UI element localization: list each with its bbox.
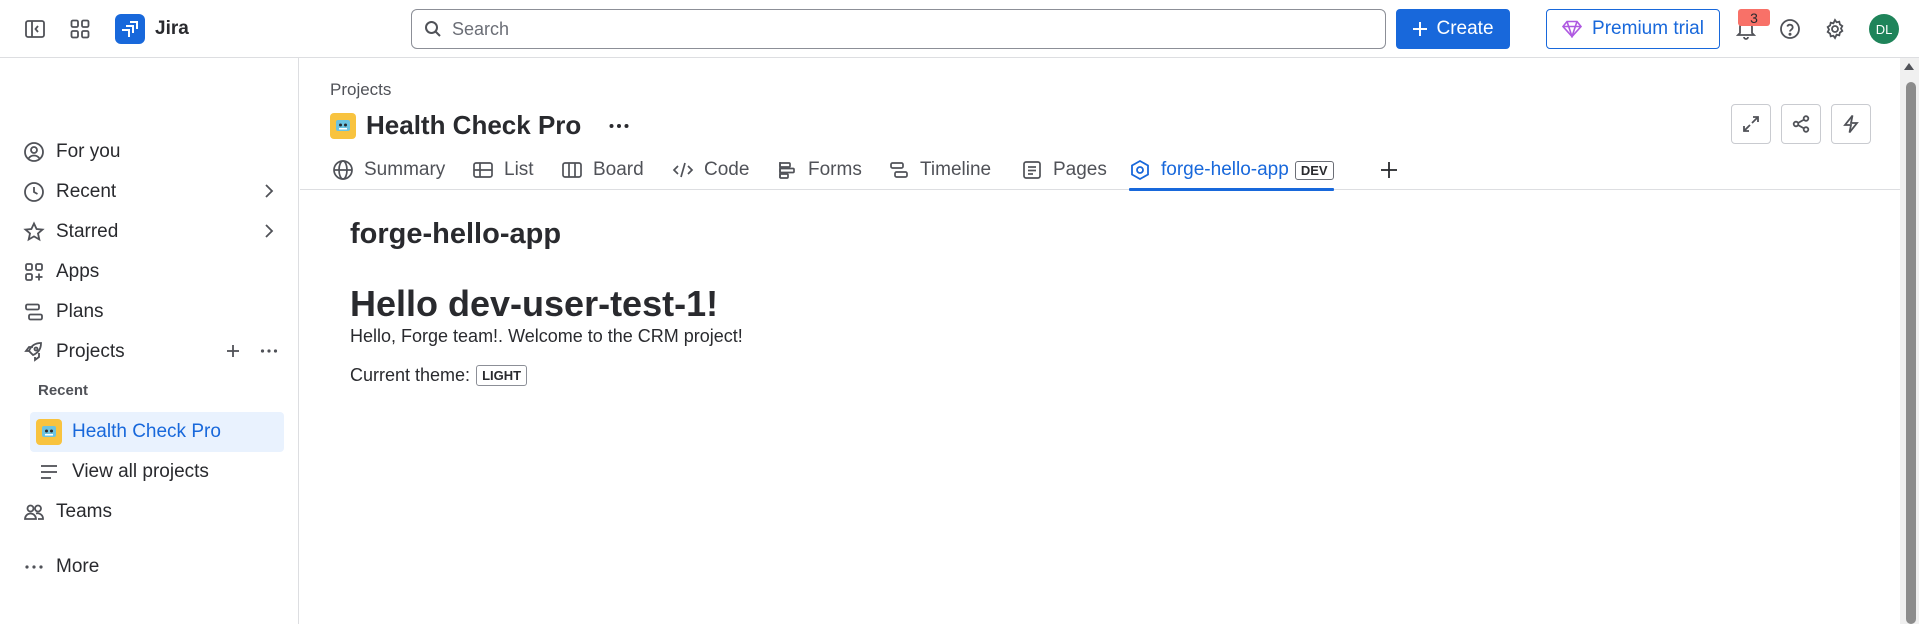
clock-icon	[22, 180, 46, 204]
greeting-heading: Hello dev-user-test-1!	[350, 283, 719, 324]
sidebar: For you Recent Starred Apps Plans Projec…	[0, 58, 299, 624]
sidebar-item-for-you[interactable]: For you	[22, 134, 286, 170]
sidebar-item-label: More	[56, 556, 100, 577]
tab-label: forge-hello-app	[1161, 159, 1289, 180]
chevron-right-icon[interactable]	[258, 180, 280, 202]
scroll-up-arrow-icon[interactable]	[1903, 62, 1915, 72]
sidebar-toggle-icon[interactable]	[19, 13, 51, 45]
theme-badge: LIGHT	[476, 365, 528, 386]
welcome-text: Hello, Forge team!. Welcome to the CRM p…	[350, 326, 743, 346]
user-circle-icon	[22, 140, 46, 164]
star-icon	[22, 220, 46, 244]
sidebar-item-health-check-pro[interactable]: Health Check Pro	[30, 412, 284, 452]
search-icon	[424, 20, 442, 38]
tab-timeline[interactable]: Timeline	[888, 150, 991, 190]
search-box[interactable]	[411, 9, 1386, 49]
settings-gear-icon[interactable]	[1819, 13, 1851, 45]
more-dots-icon	[22, 555, 46, 579]
premium-trial-button[interactable]: Premium trial	[1546, 9, 1720, 49]
tab-board[interactable]: Board	[561, 150, 644, 190]
scrollbar-thumb[interactable]	[1906, 82, 1916, 624]
search-input[interactable]	[452, 18, 1352, 40]
sidebar-item-label: Health Check Pro	[72, 421, 221, 442]
sidebar-item-apps[interactable]: Apps	[22, 254, 286, 290]
sidebar-item-plans[interactable]: Plans	[22, 294, 286, 330]
tab-label: List	[504, 159, 534, 180]
tab-label: Forms	[808, 159, 862, 180]
tab-summary[interactable]: Summary	[332, 150, 445, 190]
sidebar-item-label: Teams	[56, 501, 112, 522]
fullscreen-icon[interactable]	[1731, 104, 1771, 144]
tab-code[interactable]: Code	[672, 150, 749, 190]
jira-logo[interactable]: Jira	[115, 14, 189, 44]
page-title: Health Check Pro	[366, 110, 582, 140]
premium-label: Premium trial	[1592, 18, 1704, 39]
project-avatar-icon	[36, 419, 62, 445]
recent-projects-heading: Recent	[38, 382, 89, 399]
plans-icon	[22, 300, 46, 324]
code-icon	[672, 159, 694, 181]
tab-label: Code	[704, 159, 750, 180]
tab-label: Timeline	[920, 159, 992, 180]
sidebar-item-more[interactable]: More	[22, 549, 286, 585]
project-tabs: Summary List Board Code Forms Timeline P…	[300, 150, 1900, 191]
sidebar-item-teams[interactable]: Teams	[22, 494, 286, 530]
app-name: Jira	[155, 18, 189, 39]
tab-label: Board	[593, 159, 644, 180]
chevron-right-icon[interactable]	[258, 220, 280, 242]
timeline-icon	[888, 159, 910, 181]
apps-icon	[22, 260, 46, 284]
diamond-icon	[1562, 20, 1583, 38]
app-title: forge-hello-app	[350, 218, 562, 250]
sidebar-item-label: Apps	[56, 261, 100, 282]
board-icon	[561, 159, 583, 181]
plus-icon	[1412, 21, 1428, 37]
automation-lightning-icon[interactable]	[1831, 104, 1871, 144]
user-avatar[interactable]: DL	[1869, 14, 1899, 44]
sidebar-item-label: Plans	[56, 301, 104, 322]
list-lines-icon	[36, 459, 62, 485]
breadcrumb[interactable]: Projects	[330, 80, 391, 100]
pages-icon	[1021, 159, 1043, 181]
sidebar-item-view-all-projects[interactable]: View all projects	[30, 452, 284, 492]
notification-count-badge: 3	[1738, 9, 1770, 26]
add-tab-icon[interactable]	[1377, 158, 1401, 182]
sidebar-item-projects[interactable]: Projects	[22, 334, 286, 370]
add-project-icon[interactable]	[222, 340, 244, 362]
create-label: Create	[1436, 18, 1494, 39]
theme-label: Current theme:	[350, 365, 471, 385]
sidebar-item-label: Recent	[56, 181, 117, 202]
more-options-icon[interactable]	[258, 340, 280, 362]
share-icon[interactable]	[1781, 104, 1821, 144]
list-icon	[472, 159, 494, 181]
sidebar-item-label: View all projects	[72, 461, 209, 482]
sidebar-item-starred[interactable]: Starred	[22, 214, 286, 250]
sidebar-item-recent[interactable]: Recent	[22, 174, 286, 210]
tab-pages[interactable]: Pages	[1021, 150, 1107, 190]
help-icon[interactable]	[1774, 13, 1806, 45]
rocket-icon	[22, 340, 46, 364]
tab-label: Summary	[364, 159, 446, 180]
create-button[interactable]: Create	[1396, 9, 1510, 49]
globe-icon	[332, 159, 354, 181]
jira-logo-icon	[115, 14, 145, 44]
app-switcher-icon[interactable]	[64, 13, 96, 45]
project-avatar-icon	[330, 112, 356, 139]
top-navigation-bar: Jira Create Premium trial 3 DL	[0, 0, 1919, 58]
tab-label: Pages	[1053, 159, 1107, 180]
theme-line: Current theme: LIGHT	[350, 365, 528, 386]
sidebar-item-label: Projects	[56, 341, 125, 362]
sidebar-item-label: For you	[56, 141, 121, 162]
dev-badge: DEV	[1294, 160, 1334, 180]
app-hexagon-icon	[1129, 159, 1151, 181]
tab-forge-hello-app[interactable]: forge-hello-app DEV	[1129, 150, 1334, 191]
sidebar-item-label: Starred	[56, 221, 119, 242]
tab-forms[interactable]: Forms	[776, 150, 862, 190]
project-more-icon[interactable]	[607, 114, 631, 138]
tab-list[interactable]: List	[472, 150, 534, 190]
project-title-row: Health Check Pro	[330, 110, 631, 141]
teams-icon	[22, 500, 46, 524]
forms-icon	[776, 159, 798, 181]
